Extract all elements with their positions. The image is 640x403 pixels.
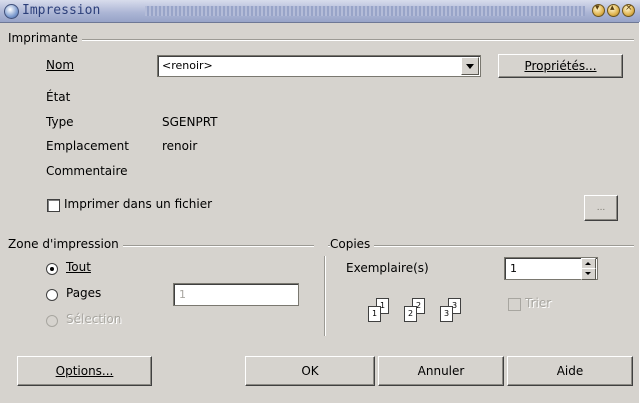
group-separator (324, 256, 325, 336)
copies-group-label: Copies (330, 237, 375, 251)
help-button[interactable]: Aide (507, 356, 633, 386)
printer-name-value: <renoir> (162, 59, 213, 72)
ok-button-label: OK (301, 364, 319, 378)
page-icon-front: 1 (368, 306, 381, 322)
printer-group (8, 39, 634, 41)
browse-file-button-label: ... (596, 203, 606, 213)
maximize-button[interactable]: ▴ (607, 3, 620, 17)
copies-count-label: Exemplaire(s) (346, 261, 429, 275)
maximize-icon: ▴ (610, 3, 615, 13)
cancel-button[interactable]: Annuler (378, 356, 504, 386)
printer-name-select[interactable]: <renoir> (157, 55, 481, 77)
browse-file-button[interactable]: ... (584, 195, 618, 221)
app-icon[interactable] (4, 4, 19, 19)
pages-input-value: 1 (179, 288, 186, 301)
collate-illustration: 1 1 2 2 3 3 (367, 294, 477, 334)
print-to-file-checkbox[interactable] (47, 199, 60, 212)
close-icon: × (625, 3, 633, 13)
options-button-label: Options... (55, 364, 114, 378)
printer-group-label: Imprimante (8, 31, 82, 45)
options-button[interactable]: Options... (17, 356, 152, 386)
state-label: État (46, 90, 71, 104)
cancel-button-label: Annuler (417, 364, 465, 378)
print-range-group-label: Zone d'impression (8, 237, 123, 251)
collate-checkbox[interactable] (508, 298, 521, 311)
print-all-radio[interactable] (46, 263, 58, 275)
print-to-file-label[interactable]: Imprimer dans un fichier (64, 197, 212, 211)
location-label: Emplacement (46, 139, 129, 153)
type-value: SGENPRT (162, 115, 218, 129)
copies-count-value: 1 (510, 262, 517, 275)
pages-input[interactable]: 1 (173, 283, 299, 306)
printer-name-label: Nom (46, 58, 75, 72)
copies-count-input[interactable]: 1 (504, 257, 598, 280)
window-title: Impression (22, 3, 101, 18)
collate-label[interactable]: Trier (525, 296, 551, 310)
page-icon-front: 2 (404, 306, 417, 322)
type-label: Type (46, 115, 74, 129)
page-icon-front: 3 (440, 306, 453, 322)
close-button[interactable]: × (622, 3, 635, 17)
comment-label: Commentaire (46, 164, 128, 178)
properties-button[interactable]: Propriétés... (498, 54, 623, 78)
chevron-down-icon[interactable] (461, 57, 479, 75)
copies-decrement-button[interactable] (581, 268, 596, 280)
help-button-label: Aide (556, 364, 584, 378)
minimize-button[interactable]: ▾ (592, 3, 605, 17)
properties-button-label: Propriétés... (524, 59, 597, 73)
print-selection-label[interactable]: Sélection (66, 312, 121, 326)
print-pages-label[interactable]: Pages (66, 286, 101, 300)
location-value: renoir (162, 139, 198, 153)
print-pages-radio[interactable] (46, 289, 58, 301)
print-all-label[interactable]: Tout (66, 260, 91, 274)
print-selection-radio[interactable] (46, 315, 58, 327)
ok-button[interactable]: OK (245, 356, 375, 386)
minimize-icon: ▾ (595, 3, 600, 13)
title-bar-grip (145, 6, 585, 16)
